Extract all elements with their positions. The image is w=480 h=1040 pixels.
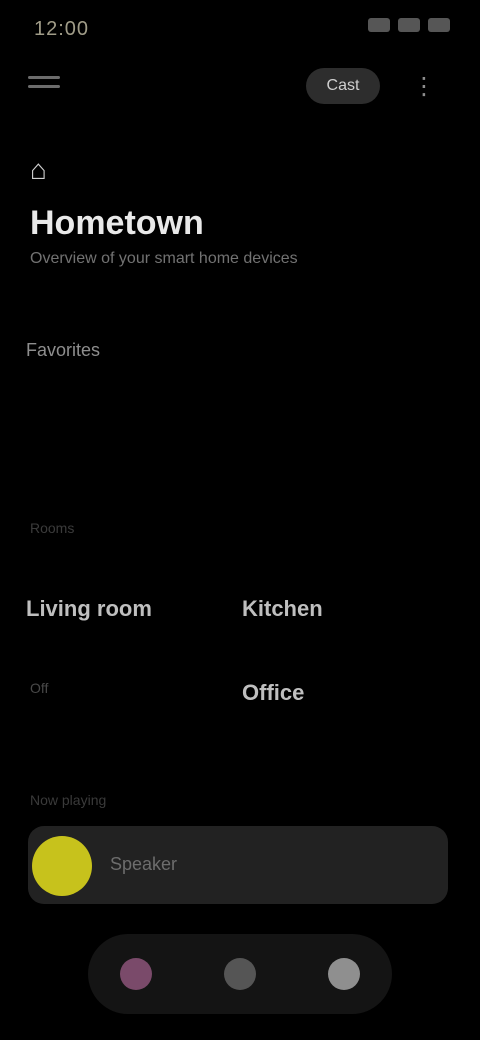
tile-status: Off — [30, 680, 49, 696]
wifi-icon — [398, 18, 420, 32]
section-label-favorites: Favorites — [26, 340, 101, 360]
now-playing-label: Now playing — [30, 792, 107, 808]
page-subtitle: Overview of your smart home devices — [30, 250, 298, 267]
app-screen: 12:00 Cast ⋮ ⌂ Hometown Overview of your… — [0, 0, 480, 1040]
nav-home[interactable] — [106, 944, 166, 1004]
nav-settings[interactable] — [314, 944, 374, 1004]
tile-kitchen[interactable]: Kitchen — [242, 596, 323, 622]
nav-home-icon — [120, 958, 152, 990]
more-options-button[interactable]: ⋮ — [404, 70, 444, 102]
battery-icon — [428, 18, 450, 32]
menu-line-icon — [28, 85, 60, 88]
rooms-header: Rooms — [30, 520, 75, 536]
nav-favorites-icon — [224, 958, 256, 990]
menu-line-icon — [28, 76, 60, 79]
status-icons — [368, 18, 450, 32]
nav-favorites[interactable] — [210, 944, 270, 1004]
media-title: Speaker — [110, 854, 178, 874]
cellular-icon — [368, 18, 390, 32]
cast-button[interactable]: Cast — [306, 68, 380, 104]
menu-button[interactable] — [28, 66, 60, 98]
status-time: 12:00 — [34, 18, 90, 40]
tile-office[interactable]: Office — [242, 680, 304, 706]
tile-living-room[interactable]: Living room — [26, 596, 152, 622]
page-title: Hometown — [30, 204, 204, 242]
media-art — [32, 836, 92, 896]
home-icon: ⌂ — [30, 154, 47, 185]
nav-settings-icon — [328, 958, 360, 990]
status-bar: 12:00 — [0, 0, 480, 60]
